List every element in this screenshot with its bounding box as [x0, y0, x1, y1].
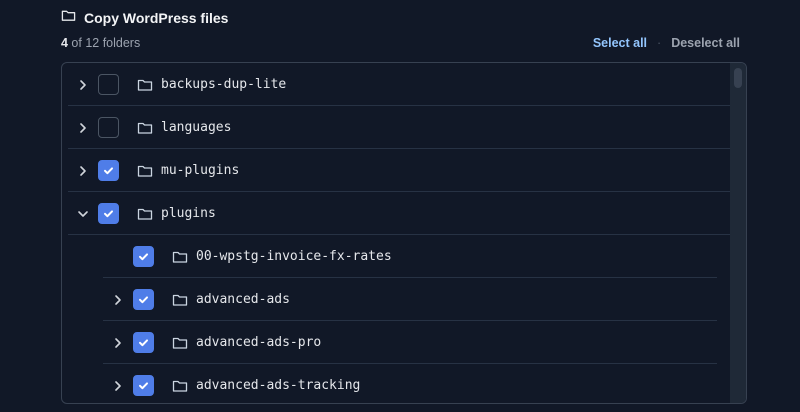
folder-tree[interactable]: backups-dup-lite languages mu-plugins plugi…: [61, 62, 747, 404]
tree-row[interactable]: advanced-ads-pro: [103, 321, 717, 364]
chevron-right-icon[interactable]: [68, 149, 98, 192]
checkmark-icon: [139, 382, 148, 390]
chevron-right-icon[interactable]: [103, 321, 133, 364]
checkmark-icon: [139, 339, 148, 347]
folder-checkbox[interactable]: [98, 160, 119, 181]
folder-name: advanced-ads-pro: [196, 335, 322, 350]
tree-row[interactable]: backups-dup-lite: [68, 63, 731, 106]
folder-icon: [172, 337, 188, 349]
folder-icon: [137, 208, 153, 220]
folder-checkbox[interactable]: [98, 74, 119, 95]
scrollbar-track[interactable]: [730, 63, 746, 403]
selection-bar: 4 of 12 folders Select all · Deselect al…: [61, 36, 740, 50]
tree-row[interactable]: plugins: [68, 192, 731, 235]
total-folders-text: of 12 folders: [67, 36, 141, 50]
deselect-all-button[interactable]: Deselect all: [671, 36, 740, 50]
tree-row[interactable]: mu-plugins: [68, 149, 731, 192]
folder-name: backups-dup-lite: [161, 77, 287, 92]
chevron-right-icon[interactable]: [68, 63, 98, 106]
chevron-right-icon[interactable]: [103, 364, 133, 403]
tree-row[interactable]: 00-wpstg-invoice-fx-rates: [103, 235, 717, 278]
folder-checkbox[interactable]: [133, 289, 154, 310]
section-header: Copy WordPress files: [61, 8, 228, 28]
actions-separator: ·: [657, 36, 662, 50]
folder-icon: [137, 79, 153, 91]
folder-name: advanced-ads: [196, 292, 290, 307]
copy-files-section: Copy WordPress files 4 of 12 folders Sel…: [0, 0, 800, 412]
selected-count: 4: [61, 36, 68, 50]
selection-count: 4 of 12 folders: [61, 36, 140, 50]
folder-name: advanced-ads-tracking: [196, 378, 361, 393]
checkmark-icon: [139, 253, 148, 261]
select-all-button[interactable]: Select all: [593, 36, 647, 50]
folder-checkbox[interactable]: [98, 203, 119, 224]
folder-icon: [137, 165, 153, 177]
chevron-right-icon[interactable]: [68, 106, 98, 149]
tree-row[interactable]: advanced-ads-tracking: [103, 364, 717, 403]
folder-checkbox[interactable]: [133, 332, 154, 353]
folder-icon: [172, 294, 188, 306]
folder-name: mu-plugins: [161, 163, 240, 178]
folder-checkbox[interactable]: [133, 246, 154, 267]
tree-row[interactable]: languages: [68, 106, 731, 149]
folder-name: 00-wpstg-invoice-fx-rates: [196, 249, 392, 264]
checkmark-icon: [104, 210, 113, 218]
folder-checkbox[interactable]: [98, 117, 119, 138]
selection-actions: Select all · Deselect all: [593, 36, 740, 50]
chevron-down-icon[interactable]: [68, 192, 98, 235]
checkmark-icon: [104, 167, 113, 175]
chevron-right-icon[interactable]: [103, 278, 133, 321]
folder-icon: [172, 380, 188, 392]
folder-icon: [172, 251, 188, 263]
folder-checkbox[interactable]: [133, 375, 154, 396]
folder-name: plugins: [161, 206, 216, 221]
checkmark-icon: [139, 296, 148, 304]
tree-row[interactable]: advanced-ads: [103, 278, 717, 321]
folder-name: languages: [161, 120, 232, 135]
scrollbar-thumb[interactable]: [734, 68, 742, 88]
folder-icon: [137, 122, 153, 134]
section-title: Copy WordPress files: [84, 10, 229, 26]
folder-icon: [61, 8, 76, 28]
